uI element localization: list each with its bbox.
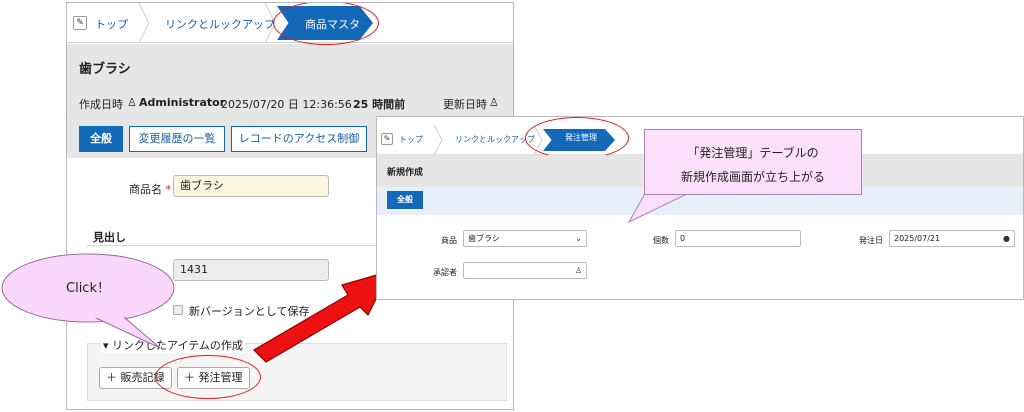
add-order-button[interactable]: ＋ 発注管理	[177, 367, 250, 389]
user-icon: ♙	[574, 266, 582, 275]
order-date-label: 発注日	[859, 236, 883, 245]
record-header: 歯ブラシ 作成日時 ♙ Administrator 2025/07/20 日 1…	[67, 44, 513, 112]
breadcrumb-order-management[interactable]: 発注管理	[565, 132, 597, 143]
tab-general[interactable]: 全般	[79, 126, 123, 152]
breadcrumb-link-lookup[interactable]: リンクとルックアップ	[165, 16, 275, 32]
edit-icon[interactable]: ✎	[381, 133, 393, 145]
created-at: 2025/07/20 日 12:36:56	[221, 98, 352, 111]
breadcrumb-top[interactable]: トップ	[399, 134, 423, 145]
user-icon: ♙	[127, 96, 137, 109]
tab-access-control[interactable]: レコードのアクセス制御	[231, 126, 367, 152]
product-name-input[interactable]: 歯ブラシ	[173, 175, 329, 197]
tab-general[interactable]: 全般	[387, 191, 423, 209]
approver-input[interactable]: ♙	[463, 262, 587, 279]
chevron-right-icon	[138, 3, 150, 43]
chevron-right-icon	[433, 125, 443, 155]
breadcrumb-link-lookup[interactable]: リンクとルックアップ	[455, 134, 535, 145]
breadcrumb: ✎ トップ リンクとルックアップ 商品マスタ	[67, 3, 513, 43]
callout-box: 「発注管理」テーブルの 新規作成画面が立ち上がる	[644, 129, 862, 195]
created-user: Administrator	[139, 96, 226, 109]
page-title: 歯ブラシ	[79, 62, 131, 77]
page-title: 新規作成	[387, 168, 424, 178]
breadcrumb-top[interactable]: トップ	[95, 16, 128, 32]
created-label: 作成日時	[79, 98, 123, 111]
quantity-input[interactable]: 0	[675, 230, 801, 247]
quantity-label: 個数	[653, 236, 669, 245]
chevron-right-icon	[533, 125, 543, 155]
add-sales-record-button[interactable]: ＋ 販売記録	[99, 367, 172, 389]
product-select[interactable]: 歯ブラシ ⌄	[463, 230, 587, 247]
click-speech-bubble: Click！	[1, 253, 175, 349]
user-icon: ♙	[489, 96, 499, 109]
breadcrumb-product-master[interactable]: 商品マスタ	[305, 16, 360, 32]
calendar-icon[interactable]: ●	[1003, 231, 1010, 246]
section-heading: 見出し	[93, 231, 126, 244]
approver-label: 承認者	[433, 268, 457, 277]
product-label: 商品	[441, 236, 457, 245]
callout-line-1: 「発注管理」テーブルの	[687, 146, 819, 160]
product-name-label: 商品名 *	[129, 183, 171, 196]
tab-change-history[interactable]: 変更履歴の一覧	[129, 126, 225, 152]
chevron-right-icon	[264, 3, 276, 43]
created-ago: 25 時間前	[353, 98, 406, 111]
callout-pointer	[627, 190, 696, 224]
bubble-text: Click！	[66, 281, 110, 296]
order-date-input[interactable]: 2025/07/21 ●	[889, 230, 1015, 247]
updated-label: 更新日時	[443, 98, 487, 111]
chevron-down-icon: ⌄	[575, 234, 582, 243]
edit-icon[interactable]: ✎	[73, 16, 87, 30]
callout-line-2: 新規作成画面が立ち上がる	[680, 170, 825, 184]
